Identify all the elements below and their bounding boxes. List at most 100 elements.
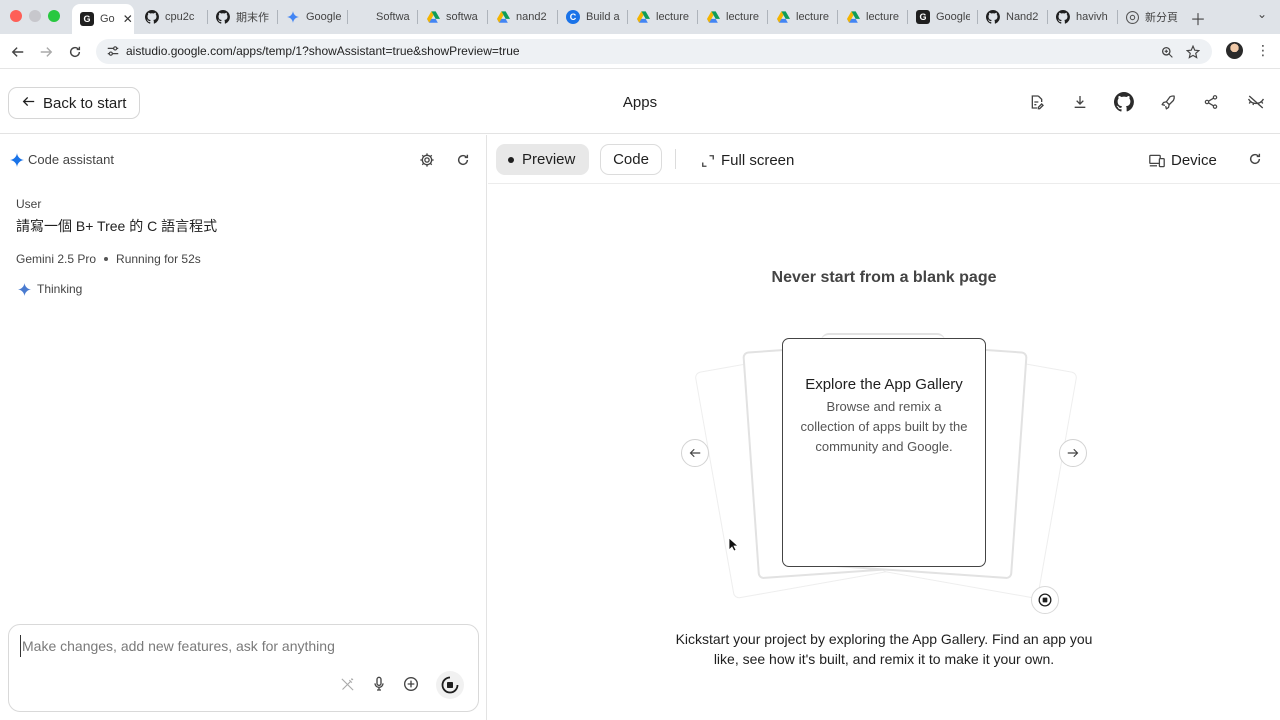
browser-tab[interactable]: G Go ✕ bbox=[72, 4, 134, 34]
browser-tab[interactable]: lecture bbox=[636, 5, 690, 29]
add-attachment-icon[interactable] bbox=[402, 675, 420, 693]
browser-tab[interactable]: lecture bbox=[846, 5, 900, 29]
github-icon[interactable] bbox=[1114, 92, 1134, 112]
rocket-deploy-icon[interactable] bbox=[1158, 92, 1178, 112]
model-name: Gemini 2.5 Pro bbox=[16, 252, 97, 266]
hide-visibility-icon[interactable] bbox=[1246, 92, 1266, 112]
prompt-input[interactable] bbox=[20, 635, 460, 657]
carousel-stop-button[interactable] bbox=[1031, 586, 1059, 614]
tab-title: Nand2 bbox=[1006, 11, 1039, 23]
browser-tab[interactable]: cpu2c bbox=[145, 5, 200, 29]
tab-title: lecture bbox=[866, 11, 900, 23]
message-author-user: User bbox=[16, 197, 42, 211]
tab-title: softwa bbox=[446, 11, 478, 23]
bookmark-star-icon[interactable] bbox=[1185, 44, 1201, 60]
tab-title: Build a bbox=[586, 11, 620, 23]
code-assistant-heading: Code assistant bbox=[10, 152, 114, 167]
zoom-icon[interactable] bbox=[1159, 44, 1175, 60]
minimize-window-button[interactable] bbox=[29, 10, 41, 22]
gemini-spark-icon bbox=[10, 152, 24, 167]
gemini-spark-icon bbox=[286, 10, 300, 24]
address-bar[interactable]: aistudio.google.com/apps/temp/1?showAssi… bbox=[96, 39, 1212, 64]
tab-title: lecture bbox=[796, 11, 830, 23]
back-to-start-button[interactable]: Back to start bbox=[8, 87, 140, 119]
tab-title: nand2 bbox=[516, 11, 547, 23]
browser-tab[interactable]: Nand2 bbox=[986, 5, 1040, 29]
tab-title: 新分頁 bbox=[1145, 12, 1178, 24]
close-tab-icon[interactable]: ✕ bbox=[123, 12, 133, 26]
blue-c-icon: C bbox=[566, 10, 580, 24]
url-text: aistudio.google.com/apps/temp/1?showAssi… bbox=[126, 44, 520, 58]
microphone-icon[interactable] bbox=[370, 675, 388, 693]
arrow-left-icon bbox=[22, 95, 35, 112]
profile-avatar[interactable] bbox=[1226, 42, 1243, 59]
browser-tab[interactable]: nand2 bbox=[496, 5, 550, 29]
browser-tabstrip: G Go ✕ cpu2c 期末作 Google Softwa softwa na… bbox=[0, 0, 1280, 34]
tab-title: 期末作 bbox=[236, 12, 269, 24]
google-drive-icon bbox=[636, 10, 650, 24]
maximize-window-button[interactable] bbox=[48, 10, 60, 22]
browser-tab[interactable]: havivh bbox=[1056, 5, 1110, 29]
site-settings-icon[interactable] bbox=[106, 44, 120, 58]
app-header: Back to start Apps bbox=[0, 70, 1280, 134]
github-icon bbox=[986, 10, 1000, 24]
arrow-right-icon bbox=[1067, 448, 1079, 458]
stop-icon bbox=[441, 676, 459, 694]
stop-icon bbox=[1038, 593, 1052, 607]
reload-button[interactable] bbox=[65, 42, 85, 62]
tab-title: Google bbox=[936, 11, 970, 23]
carousel-next-button[interactable] bbox=[1059, 439, 1087, 467]
github-icon bbox=[1056, 10, 1070, 24]
back-nav-button[interactable] bbox=[8, 42, 28, 62]
thinking-label: Thinking bbox=[37, 282, 83, 296]
google-drive-icon bbox=[776, 10, 790, 24]
browser-tab[interactable]: G Google bbox=[916, 5, 970, 29]
browser-tab[interactable]: lecture bbox=[706, 5, 760, 29]
download-icon[interactable] bbox=[1070, 92, 1090, 112]
browser-menu-icon[interactable]: ⋮ bbox=[1256, 42, 1270, 59]
google-drive-icon bbox=[846, 10, 860, 24]
card-description: Browse and remix a collection of apps bu… bbox=[800, 399, 968, 454]
stop-generation-button[interactable] bbox=[436, 671, 464, 699]
google-drive-icon bbox=[496, 10, 510, 24]
back-to-start-label: Back to start bbox=[43, 94, 127, 112]
forward-nav-button[interactable] bbox=[36, 42, 56, 62]
tab-search-chevron-icon[interactable]: ⌄ bbox=[1257, 7, 1267, 21]
share-icon[interactable] bbox=[1201, 92, 1221, 112]
preview-panel: Preview Code Full screen Device Never st… bbox=[488, 135, 1280, 720]
browser-tab[interactable]: Softwa bbox=[356, 5, 410, 29]
user-message: 請寫一個 B+ Tree 的 C 語言程式 bbox=[16, 218, 218, 234]
browser-tab[interactable]: 期末作 bbox=[216, 5, 274, 29]
browser-tab[interactable]: softwa bbox=[426, 5, 480, 29]
gemini-spark-icon bbox=[18, 282, 31, 296]
code-assistant-label: Code assistant bbox=[28, 152, 114, 167]
prompt-composer bbox=[8, 624, 479, 712]
close-window-button[interactable] bbox=[10, 10, 22, 22]
tab-title: Go bbox=[100, 13, 115, 25]
arrow-left-icon bbox=[689, 448, 701, 458]
browser-tab[interactable]: C Build a bbox=[566, 5, 620, 29]
featured-gallery-card[interactable]: Explore the App Gallery Browse and remix… bbox=[782, 338, 986, 567]
settings-gear-icon[interactable] bbox=[418, 151, 436, 169]
chrome-icon bbox=[1125, 10, 1139, 24]
tab-title: cpu2c bbox=[165, 11, 195, 23]
page-title: Apps bbox=[622, 94, 658, 111]
new-tab-button[interactable]: ＋ bbox=[1190, 6, 1206, 30]
tab-title: havivh bbox=[1076, 11, 1108, 23]
carousel-previous-button[interactable] bbox=[681, 439, 709, 467]
browser-tab[interactable]: Google bbox=[286, 5, 342, 29]
mouse-cursor-icon bbox=[728, 537, 738, 552]
magic-wand-disabled-icon[interactable] bbox=[338, 675, 356, 693]
github-icon bbox=[216, 10, 230, 24]
running-status: Running for 52s bbox=[116, 252, 201, 266]
browser-tab[interactable]: lecture bbox=[776, 5, 830, 29]
google-drive-icon bbox=[426, 10, 440, 24]
thinking-indicator[interactable]: Thinking bbox=[18, 282, 82, 296]
refresh-icon[interactable] bbox=[454, 151, 472, 169]
separator-dot bbox=[104, 257, 109, 261]
card-title: Explore the App Gallery bbox=[805, 376, 963, 393]
code-assistant-panel: Code assistant User 請寫一個 B+ Tree 的 C 語言程… bbox=[0, 135, 487, 720]
browser-tab[interactable]: 新分頁 bbox=[1125, 5, 1183, 29]
save-draft-icon[interactable] bbox=[1027, 92, 1047, 112]
google-drive-icon bbox=[706, 10, 720, 24]
